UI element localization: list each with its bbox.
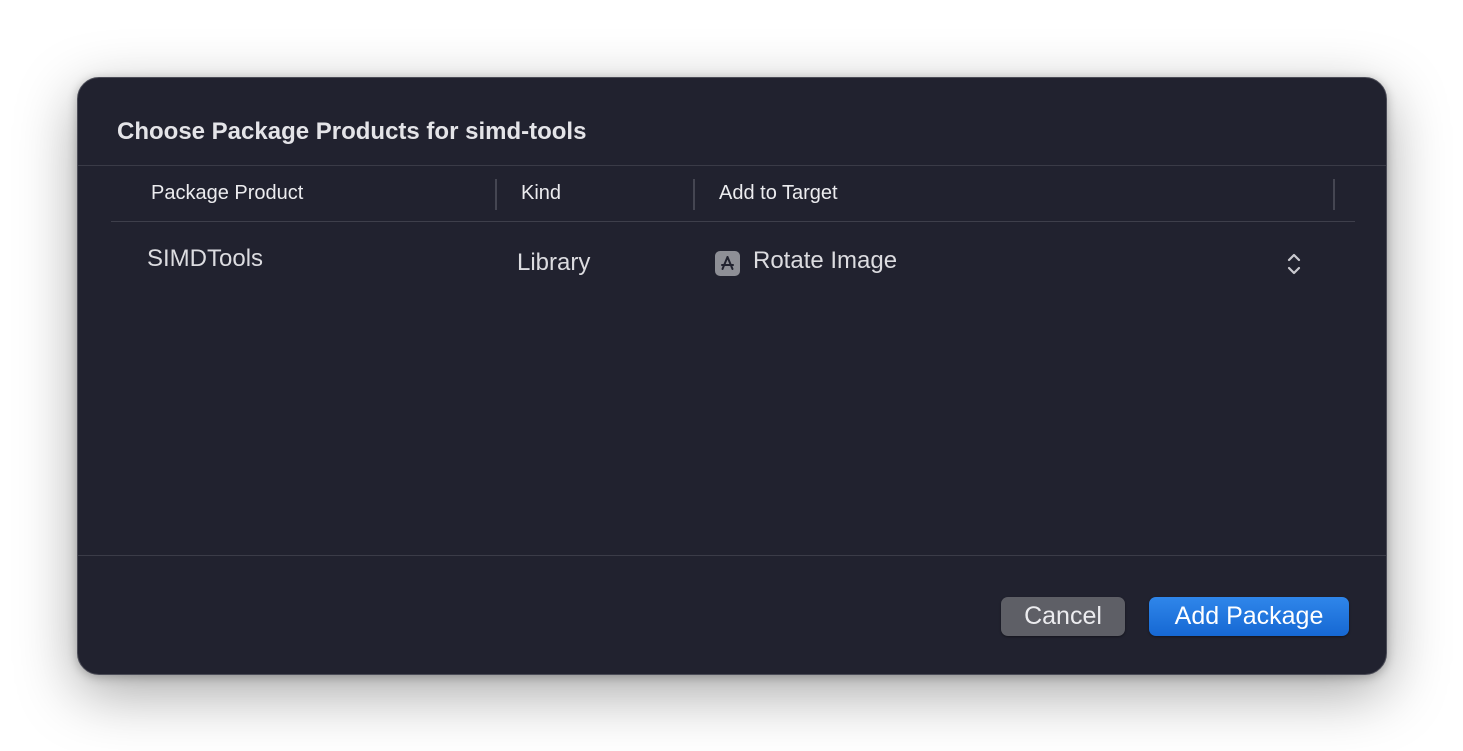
- header-divider: [111, 221, 1355, 222]
- column-separator[interactable]: [693, 179, 695, 210]
- app-store-icon: [715, 251, 740, 276]
- title-divider: [78, 165, 1386, 166]
- target-name: Rotate Image: [753, 247, 898, 274]
- dialog-title: Choose Package Products for simd-tools: [117, 118, 587, 145]
- footer-divider: [78, 555, 1386, 556]
- column-header-package-product[interactable]: Package Product: [151, 182, 303, 205]
- add-package-button[interactable]: Add Package: [1149, 597, 1349, 636]
- choose-package-products-dialog: Choose Package Products for simd-tools P…: [77, 77, 1387, 675]
- column-separator[interactable]: [1333, 179, 1335, 210]
- cancel-button[interactable]: Cancel: [1001, 597, 1125, 636]
- column-header-kind[interactable]: Kind: [521, 182, 561, 205]
- add-to-target-popup[interactable]: Rotate Image: [715, 246, 1315, 282]
- product-name: SIMDTools: [147, 245, 264, 272]
- column-separator[interactable]: [495, 179, 497, 210]
- product-kind: Library: [517, 249, 591, 276]
- chevron-up-down-icon: [1286, 250, 1302, 278]
- column-header-add-to-target[interactable]: Add to Target: [719, 182, 838, 205]
